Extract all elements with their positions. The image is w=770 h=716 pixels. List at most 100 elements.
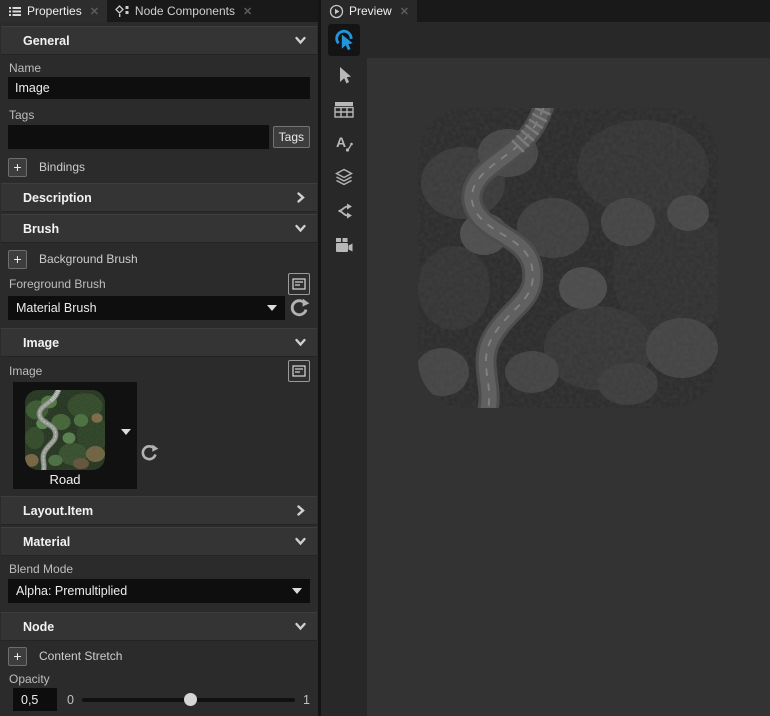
- list-icon: [8, 4, 22, 18]
- chevron-down-icon: [294, 222, 307, 235]
- tab-node-components-close-icon[interactable]: ✕: [243, 5, 252, 18]
- select-cursor-icon: [334, 65, 354, 85]
- opacity-slider[interactable]: [82, 688, 295, 711]
- text-analyze-icon: A: [334, 133, 354, 153]
- open-brush-editor-button[interactable]: [288, 273, 310, 295]
- name-input[interactable]: [8, 77, 310, 99]
- text-tool-button[interactable]: A: [321, 126, 367, 160]
- image-resource-dropdown[interactable]: Road: [13, 382, 137, 489]
- section-title: Node: [23, 620, 294, 634]
- opacity-label: Opacity: [0, 672, 318, 686]
- blend-mode-value: Alpha: Premultiplied: [16, 584, 292, 598]
- component-diamond-icon: [115, 4, 130, 18]
- opacity-value-input[interactable]: 0,5: [13, 688, 57, 711]
- chevron-down-icon: [294, 34, 307, 47]
- chevron-down-icon: [294, 620, 307, 633]
- preview-viewport[interactable]: [367, 58, 770, 716]
- open-image-editor-button[interactable]: [288, 360, 310, 382]
- content-stretch-label: Content Stretch: [39, 649, 122, 663]
- section-title: Image: [23, 336, 294, 350]
- section-title: Description: [23, 191, 294, 205]
- section-title: Material: [23, 535, 294, 549]
- dropdown-caret-icon: [292, 588, 302, 594]
- foreground-brush-label: Foreground Brush: [0, 277, 288, 291]
- image-label-row: Image: [0, 360, 310, 382]
- editor-window-icon: [292, 365, 306, 377]
- tab-preview[interactable]: Preview ✕: [321, 0, 417, 22]
- add-background-brush-button[interactable]: +: [8, 250, 27, 269]
- left-tabbar: Properties ✕ Node Components ✕: [0, 0, 318, 22]
- preview-tabbar: Preview ✕: [321, 0, 770, 22]
- section-title: Brush: [23, 222, 294, 236]
- blend-mode-label: Blend Mode: [0, 562, 318, 576]
- tags-label: Tags: [0, 108, 318, 122]
- tab-properties-label: Properties: [27, 4, 82, 18]
- tab-preview-label: Preview: [349, 4, 392, 18]
- section-header-brush[interactable]: Brush: [1, 214, 317, 243]
- section-header-description[interactable]: Description: [1, 183, 317, 212]
- section-title: General: [23, 34, 294, 48]
- preview-panel: Preview ✕: [321, 0, 770, 716]
- tab-properties[interactable]: Properties ✕: [0, 0, 107, 22]
- interact-cursor-icon: [332, 28, 356, 52]
- add-binding-button[interactable]: +: [8, 158, 27, 177]
- select-tool-button[interactable]: [321, 58, 367, 92]
- bindings-label: Bindings: [39, 160, 85, 174]
- foreground-brush-label-row: Foreground Brush: [0, 273, 310, 295]
- foreground-brush-value: Material Brush: [16, 301, 267, 315]
- layers-tool-button[interactable]: [321, 160, 367, 194]
- background-brush-label: Background Brush: [39, 252, 138, 266]
- tags-input[interactable]: [8, 125, 269, 149]
- foreground-brush-value-row: Material Brush: [8, 296, 310, 320]
- chevron-right-icon: [294, 504, 307, 517]
- foreground-brush-dropdown[interactable]: Material Brush: [8, 296, 285, 320]
- reset-image-icon[interactable]: [139, 443, 159, 463]
- chevron-right-icon: [294, 191, 307, 204]
- opacity-max-label: 1: [303, 693, 310, 707]
- section-header-node[interactable]: Node: [1, 612, 317, 641]
- preview-tool-column: A: [321, 58, 367, 716]
- blend-mode-dropdown[interactable]: Alpha: Premultiplied: [8, 579, 310, 603]
- camera-tool-button[interactable]: [321, 228, 367, 262]
- preview-image-node[interactable]: [418, 108, 718, 408]
- background-brush-row: + Background Brush: [8, 249, 318, 269]
- tab-preview-close-icon[interactable]: ✕: [400, 5, 409, 18]
- play-circle-icon: [329, 4, 344, 19]
- road-thumbnail-image: [25, 390, 105, 470]
- opacity-row: 0,5 0 1: [13, 688, 310, 711]
- tab-properties-close-icon[interactable]: ✕: [90, 5, 99, 18]
- connections-tool-button[interactable]: [321, 194, 367, 228]
- bindings-row: + Bindings: [8, 157, 318, 177]
- section-header-general[interactable]: General: [1, 26, 317, 55]
- tab-node-components-label: Node Components: [135, 4, 235, 18]
- opacity-slider-handle[interactable]: [184, 693, 197, 706]
- section-header-material[interactable]: Material: [1, 527, 317, 556]
- section-header-image[interactable]: Image: [1, 328, 317, 357]
- tags-button[interactable]: Tags: [273, 126, 310, 148]
- properties-body: General Name Tags Tags + Bindings Descri…: [0, 22, 318, 716]
- app-window: Properties ✕ Node Components ✕ General: [0, 0, 770, 716]
- image-label: Image: [0, 364, 288, 378]
- layers-icon: [334, 167, 354, 187]
- interact-tool-button[interactable]: [328, 24, 360, 56]
- opacity-min-label: 0: [67, 693, 74, 707]
- grid-tool-button[interactable]: [321, 92, 367, 126]
- dropdown-caret-icon: [267, 305, 277, 311]
- chevron-down-icon: [294, 336, 307, 349]
- image-resource-name: Road: [25, 472, 105, 487]
- reset-brush-icon[interactable]: [288, 297, 310, 319]
- preview-toolbar-row: [321, 22, 770, 58]
- section-header-layout-item[interactable]: Layout.Item: [1, 496, 317, 525]
- add-content-stretch-button[interactable]: +: [8, 647, 27, 666]
- content-stretch-row: + Content Stretch: [8, 646, 318, 666]
- tags-row: Tags: [8, 125, 310, 149]
- name-label: Name: [0, 61, 318, 75]
- dropdown-caret-icon: [121, 429, 131, 435]
- svg-text:A: A: [336, 134, 346, 150]
- tab-node-components[interactable]: Node Components ✕: [107, 0, 260, 22]
- branch-arrows-icon: [334, 201, 354, 221]
- video-camera-icon: [334, 236, 354, 254]
- chevron-down-icon: [294, 535, 307, 548]
- properties-panel: Properties ✕ Node Components ✕ General: [0, 0, 318, 716]
- grid-icon: [334, 101, 354, 118]
